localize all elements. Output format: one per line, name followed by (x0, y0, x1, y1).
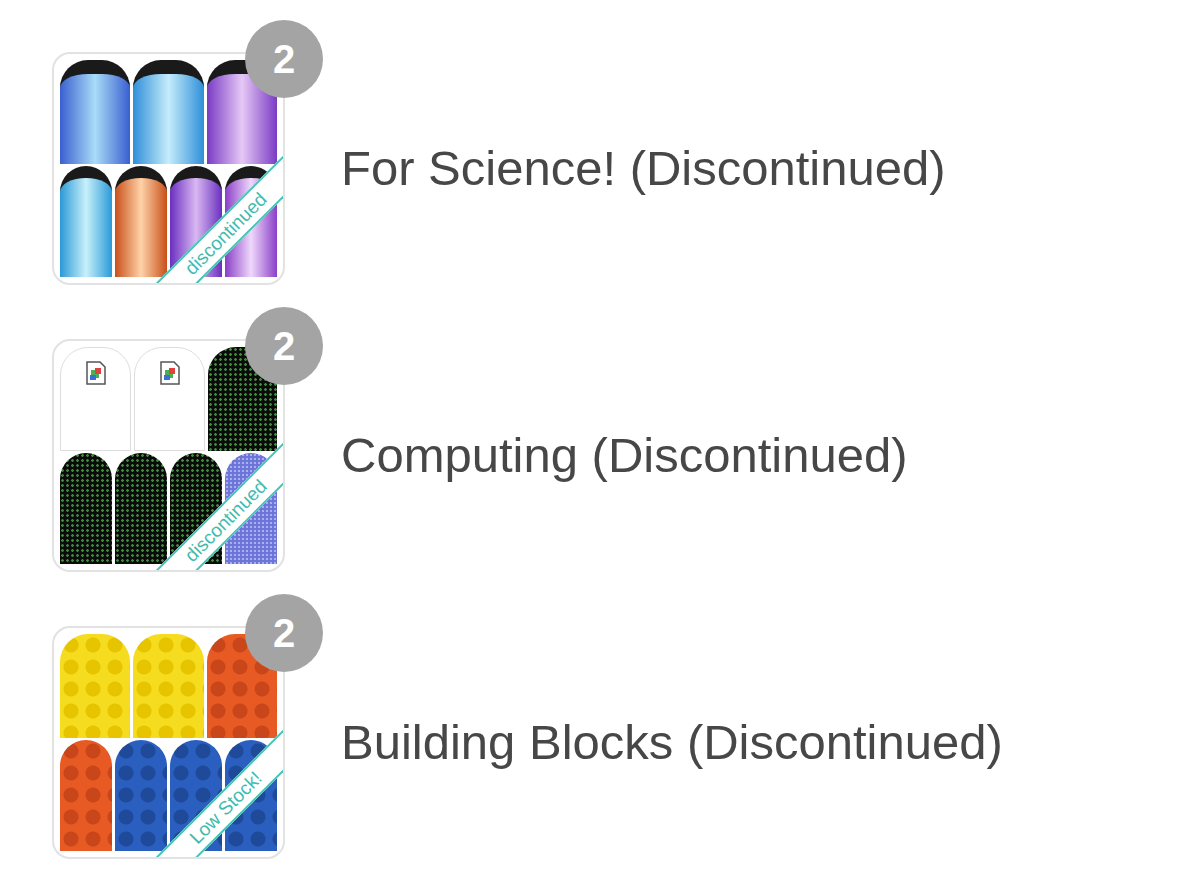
nail-row (60, 60, 277, 164)
quantity-badge: 2 (245, 594, 323, 672)
product-thumbnail[interactable]: discontinued2 (52, 52, 285, 285)
nail-wrap (133, 634, 203, 738)
product-row[interactable]: discontinued2 For Science! (Discontinued) (52, 52, 1200, 285)
nail-wrap (134, 347, 205, 451)
product-row[interactable]: discontinued2 Computing (Discontinued) (52, 339, 1200, 572)
product-row[interactable]: Low Stock!2 Building Blocks (Discontinued… (52, 626, 1200, 859)
quantity-badge: 2 (245, 20, 323, 98)
nail-row (60, 347, 277, 451)
nail-wrap (133, 60, 203, 164)
nail-wrap (115, 740, 167, 851)
broken-image-icon (159, 360, 181, 386)
thumbnail-frame: Low Stock! (52, 626, 285, 859)
nail-wrap (115, 453, 167, 564)
product-title[interactable]: Computing (Discontinued) (341, 419, 908, 493)
nail-row (60, 634, 277, 738)
product-title[interactable]: Building Blocks (Discontinued) (341, 706, 1003, 780)
nail-wrap (60, 166, 112, 277)
nail-wrap (60, 60, 130, 164)
nail-wrap (60, 347, 131, 451)
thumbnail-frame: discontinued (52, 52, 285, 285)
nail-wrap (115, 166, 167, 277)
nail-wrap (60, 453, 112, 564)
product-title[interactable]: For Science! (Discontinued) (341, 132, 946, 206)
product-thumbnail[interactable]: Low Stock!2 (52, 626, 285, 859)
quantity-badge: 2 (245, 307, 323, 385)
nail-wrap (60, 740, 112, 851)
product-thumbnail[interactable]: discontinued2 (52, 339, 285, 572)
broken-image-icon (85, 360, 107, 386)
product-list: discontinued2For Science! (Discontinued)… (0, 0, 1200, 889)
nail-wrap (60, 634, 130, 738)
thumbnail-frame: discontinued (52, 339, 285, 572)
